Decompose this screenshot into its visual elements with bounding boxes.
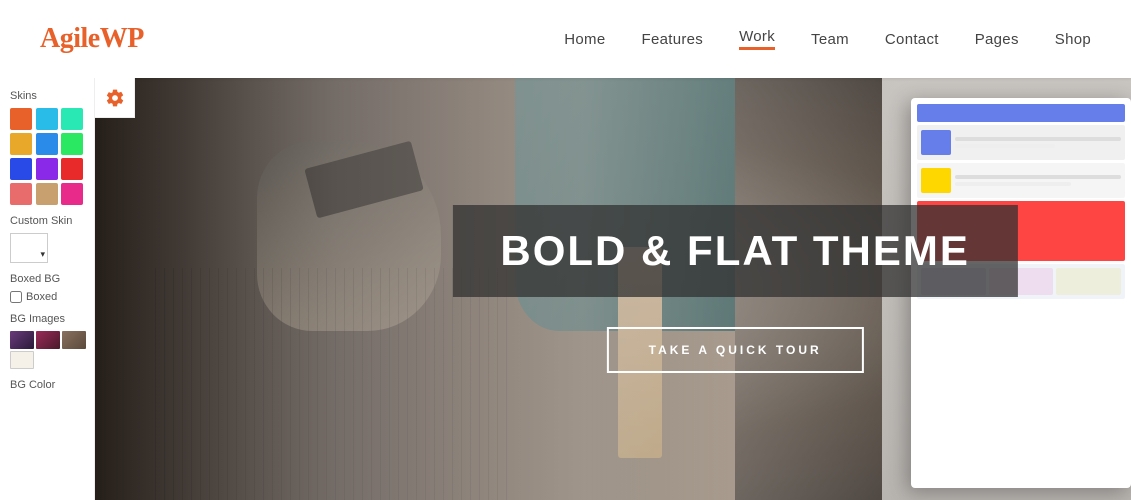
hero-cta-button[interactable]: TAKE A QUICK TOUR <box>607 327 864 373</box>
hero-headline: BOLD & FLAT THEME <box>500 227 970 275</box>
swatch-teal[interactable] <box>61 108 83 130</box>
nav-features[interactable]: Features <box>641 31 703 48</box>
swatch-blue[interactable] <box>36 133 58 155</box>
custom-skin-section: Custom Skin ▾ <box>10 215 84 263</box>
bg-images-section: BG Images <box>10 313 84 369</box>
bg-thumb-1[interactable] <box>10 331 34 349</box>
swatch-purple[interactable] <box>36 158 58 180</box>
nav-work[interactable]: Work <box>739 28 775 50</box>
swatch-orange[interactable] <box>10 108 32 130</box>
bg-thumb-2[interactable] <box>36 331 60 349</box>
swatch-salmon[interactable] <box>10 183 32 205</box>
nav-team[interactable]: Team <box>811 31 849 48</box>
nav-home[interactable]: Home <box>564 31 605 48</box>
nav-pages[interactable]: Pages <box>975 31 1019 48</box>
bg-thumb-3[interactable] <box>62 331 86 349</box>
custom-skin-label: Custom Skin <box>10 215 84 227</box>
swatch-navy[interactable] <box>10 158 32 180</box>
logo-accent: WP <box>100 23 144 54</box>
site-header: AgileWP Home Features Work Team Contact … <box>0 0 1131 78</box>
swatch-red[interactable] <box>61 158 83 180</box>
color-arrow-icon: ▾ <box>40 249 45 260</box>
skins-section: Skins <box>10 90 84 205</box>
skin-panel: Skins Custom Skin ▾ Boxed BG Boxed <box>0 78 95 500</box>
custom-skin-picker[interactable]: ▾ <box>10 233 48 263</box>
skins-label: Skins <box>10 90 84 102</box>
hero-section: BOLD & FLAT THEME TAKE A QUICK TOUR <box>0 78 1131 500</box>
boxed-checkbox[interactable] <box>10 291 22 303</box>
nav-contact[interactable]: Contact <box>885 31 939 48</box>
nav-shop[interactable]: Shop <box>1055 31 1091 48</box>
swatch-yellow[interactable] <box>10 133 32 155</box>
bg-color-label: BG Color <box>10 379 84 391</box>
bg-images-grid <box>10 331 84 369</box>
swatch-green[interactable] <box>61 133 83 155</box>
boxed-checkbox-row: Boxed <box>10 291 84 303</box>
hero-text-container: BOLD & FLAT THEME TAKE A QUICK TOUR <box>452 205 1018 373</box>
panel-toggle-button[interactable] <box>95 78 135 118</box>
headline-box: BOLD & FLAT THEME <box>452 205 1018 297</box>
swatch-pink[interactable] <box>61 183 83 205</box>
screen-item-1 <box>917 125 1125 160</box>
swatch-cyan[interactable] <box>36 108 58 130</box>
bg-images-label: BG Images <box>10 313 84 325</box>
bg-thumb-plain[interactable] <box>10 351 34 369</box>
logo-text-dark: Agile <box>40 23 100 54</box>
main-nav: Home Features Work Team Contact Pages Sh… <box>564 28 1091 50</box>
swatch-tan[interactable] <box>36 183 58 205</box>
gear-icon <box>105 88 125 108</box>
boxed-bg-section: Boxed BG Boxed <box>10 273 84 303</box>
skins-grid <box>10 108 84 205</box>
bg-color-section: BG Color <box>10 379 84 391</box>
logo[interactable]: AgileWP <box>40 23 144 55</box>
boxed-label: Boxed <box>26 291 57 303</box>
screen-header-bar <box>917 104 1125 122</box>
boxed-bg-label: Boxed BG <box>10 273 84 285</box>
hero-background: BOLD & FLAT THEME TAKE A QUICK TOUR <box>0 78 1131 500</box>
screen-item-2 <box>917 163 1125 198</box>
